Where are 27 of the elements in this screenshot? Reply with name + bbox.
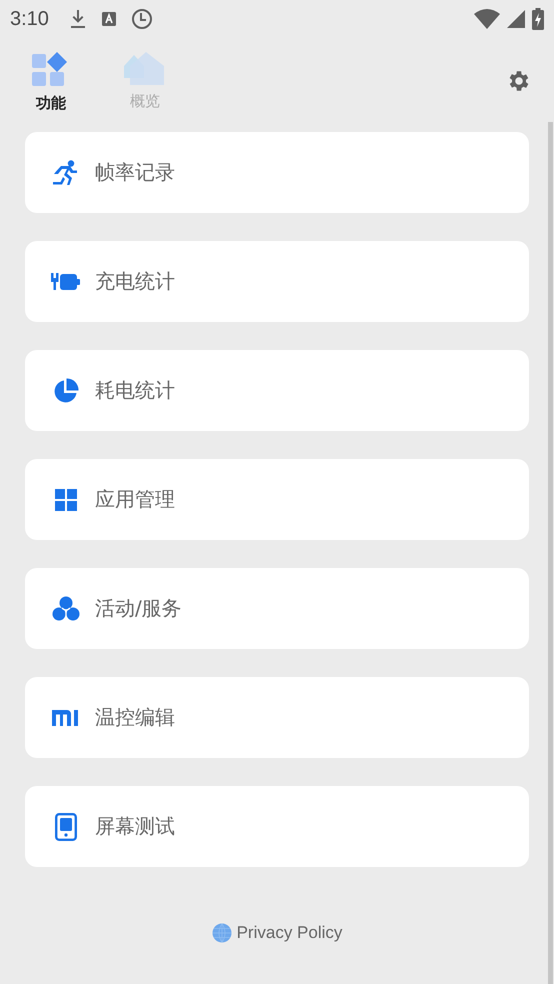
battery-plug-icon [51, 272, 81, 292]
menu-card[interactable]: 帧率记录 [25, 132, 529, 213]
grid-icon [32, 52, 70, 88]
font-icon [100, 11, 117, 27]
clock-icon [130, 8, 153, 30]
status-time: 3:10 [10, 8, 49, 30]
menu-card[interactable]: 活动/服务 [25, 568, 529, 649]
pie-chart-icon [53, 378, 79, 404]
globe-icon [212, 923, 232, 943]
download-icon [68, 9, 87, 29]
menu-card[interactable]: 屏幕测试 [25, 786, 529, 867]
battery-icon [532, 8, 544, 30]
circles-icon [52, 596, 80, 622]
scrollbar[interactable] [548, 122, 553, 984]
menu-card[interactable]: 耗电统计 [25, 350, 529, 431]
home-icon [124, 52, 166, 86]
menu-card[interactable]: 应用管理 [25, 459, 529, 540]
menu-card[interactable]: 温控编辑 [25, 677, 529, 758]
menu-card[interactable]: 充电统计 [25, 241, 529, 322]
grid-icon [55, 488, 77, 510]
wifi-icon [474, 9, 500, 29]
signal-icon [506, 9, 526, 29]
running-person-icon [52, 160, 80, 186]
mi-logo-icon [52, 708, 80, 726]
privacy-policy-link[interactable]: Privacy Policy [212, 923, 342, 943]
tablet-icon [55, 812, 77, 840]
tab[interactable]: 功能 [28, 52, 74, 113]
